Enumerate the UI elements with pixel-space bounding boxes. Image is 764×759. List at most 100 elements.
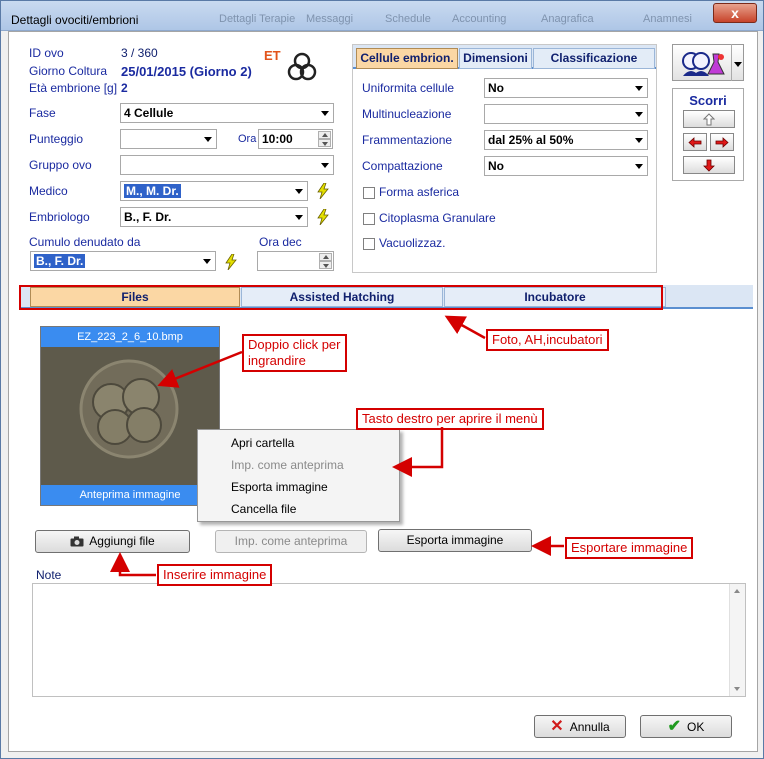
cumulo-select[interactable]: B., F. Dr. [30,251,216,271]
fase-value: 4 Cellule [124,106,174,120]
forma-asferica-checkbox[interactable] [363,187,375,199]
tab-cellule-embrion[interactable]: Cellule embrion. [356,48,458,69]
scroll-up-icon[interactable] [734,589,740,593]
ora-label: Ora [238,133,257,145]
chevron-down-icon [635,164,643,169]
ghost-tab-1: Messaggi [306,13,354,25]
gruppo-ovo-select[interactable] [120,155,334,175]
scorri-title: Scorri [689,93,727,108]
notes-textarea[interactable] [32,583,746,697]
uniformita-select[interactable]: No [484,78,648,98]
ghost-tab-0: Dettagli Terapie [219,13,296,25]
embriologo-label: Embriologo [29,210,90,224]
ghost-tab-2: Schedule [385,13,431,25]
multinucleazione-select[interactable] [484,104,648,124]
scroll-up-button[interactable] [683,110,735,128]
compattazione-select[interactable]: No [484,156,648,176]
scroll-left-button[interactable] [683,133,707,151]
chevron-down-icon [295,215,303,220]
cell-panel: Cellule embrion. Dimensioni Classificazi… [352,44,657,273]
uniformita-label: Uniformita cellule [362,81,455,95]
punteggio-label: Punteggio [29,132,84,146]
citoplasma-granulare-checkbox[interactable] [363,213,375,225]
thumb-caption: Anteprima immagine [41,485,219,505]
dialog-window: Dettagli ovociti/embrioni Dettagli Terap… [0,0,764,759]
spin-up-icon[interactable] [318,131,331,139]
close-button[interactable]: x [713,3,757,23]
lightning-icon[interactable] [315,209,331,225]
tab-dimensioni[interactable]: Dimensioni [459,48,532,69]
ghost-tab-5: Anamnesi [643,13,692,25]
chevron-down-icon [635,86,643,91]
menu-cancella-file[interactable]: Cancella file [231,502,296,516]
punteggio-select[interactable] [120,129,217,149]
embriologo-select[interactable]: B., F. Dr. [120,207,308,227]
giorno-coltura-label: Giorno Coltura [29,64,108,78]
tools-menu-button[interactable] [672,44,744,81]
scroll-down-button[interactable] [683,156,735,174]
frammentazione-value: dal 25% al 50% [488,133,574,147]
export-image-button[interactable]: Esporta immagine [378,529,532,552]
spin-up-icon[interactable] [319,253,332,261]
lightning-icon[interactable] [315,183,331,199]
vacuolizzaz-checkbox[interactable] [363,238,375,250]
ora-dec-label: Ora dec [259,235,302,249]
chevron-down-icon [295,189,303,194]
ora-value: 10:00 [262,132,293,146]
multinucleazione-label: Multinucleazione [362,107,452,121]
forma-asferica-label: Forma asferica [379,185,460,199]
chevron-down-icon [321,163,329,168]
check-icon: ✔ [667,718,682,735]
thumb-filename: EZ_223_2_6_10.bmp [41,327,219,347]
context-menu: Apri cartella Imp. come anteprima Esport… [197,429,400,522]
ok-button[interactable]: ✔ OK [640,715,732,738]
spin-down-icon[interactable] [319,261,332,269]
eta-embrione-value: 2 [121,81,128,95]
id-ovo-label: ID ovo [29,46,64,60]
embryo-image [41,347,219,485]
citoplasma-granulare-label: Citoplasma Granulare [379,211,496,225]
id-ovo-value: 3 / 360 [121,46,158,60]
cumulo-label: Cumulo denudato da [29,235,141,249]
chevron-down-icon [203,259,211,264]
annotation-foto: Foto, AH,incubatori [486,329,609,351]
menu-apri-cartella[interactable]: Apri cartella [231,436,294,450]
fase-select[interactable]: 4 Cellule [120,103,334,123]
embriologo-value: B., F. Dr. [124,210,172,224]
medico-label: Medico [29,184,68,198]
compattazione-value: No [488,159,504,173]
lightning-icon[interactable] [223,254,239,270]
ora-input[interactable]: 10:00 [258,129,333,149]
chevron-down-icon [635,138,643,143]
eta-embrione-label: Età embrione [g] [29,81,118,95]
compattazione-label: Compattazione [362,159,443,173]
frammentazione-label: Frammentazione [362,133,453,147]
camera-icon [70,536,84,547]
add-file-label: Aggiungi file [89,534,155,548]
scroll-right-button[interactable] [710,133,734,151]
notes-scrollbar[interactable] [729,584,745,696]
chevron-down-icon [635,112,643,117]
medico-select[interactable]: M., M. Dr. [120,181,308,201]
menu-esporta-immagine[interactable]: Esporta immagine [231,480,328,494]
chevron-down-icon [321,111,329,116]
add-file-button[interactable]: Aggiungi file [35,530,190,553]
menu-imp-anteprima[interactable]: Imp. come anteprima [231,458,344,472]
chevron-down-icon [204,137,212,142]
annotation-inserire: Inserire immagine [157,564,273,586]
title-bar: Dettagli ovociti/embrioni Dettagli Terap… [1,1,763,31]
scroll-down-icon[interactable] [734,687,740,691]
cancel-label: Annulla [569,720,610,734]
dialog-content: ID ovo 3 / 360 Giorno Coltura 25/01/2015… [8,31,758,752]
arrow-left-icon [688,137,702,148]
set-preview-button[interactable]: Imp. come anteprima [215,530,367,553]
annotation-doppio-line1: Doppio click per [248,337,341,352]
vacuolizzaz-label: Vacuolizzaz. [379,236,446,250]
cancel-button[interactable]: ✕ Annulla [534,715,626,738]
tab-classificazione[interactable]: Classificazione [533,48,655,69]
spin-down-icon[interactable] [318,139,331,147]
frammentazione-select[interactable]: dal 25% al 50% [484,130,648,150]
notes-label: Note [36,568,62,582]
image-thumbnail[interactable]: EZ_223_2_6_10.bmp Anteprima immagine [40,326,220,506]
ora-dec-input[interactable] [257,251,334,271]
